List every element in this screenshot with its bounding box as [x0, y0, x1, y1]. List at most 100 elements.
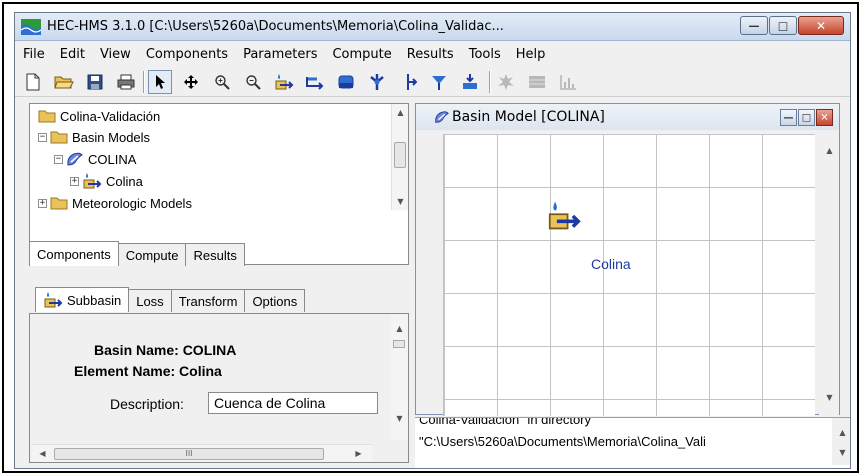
minimize-button[interactable]: — [780, 109, 797, 126]
sink-tool-icon[interactable] [458, 70, 482, 94]
global-summary-icon[interactable] [525, 70, 549, 94]
screenshot-frame: HEC-HMS 3.1.0 [C:\Users\5260a\Documents\… [2, 2, 859, 473]
scroll-down-icon[interactable]: ▼ [821, 389, 838, 406]
tab-loss[interactable]: Loss [128, 289, 172, 312]
open-folder-icon[interactable] [52, 70, 76, 94]
reservoir-tool-icon[interactable] [334, 70, 358, 94]
scroll-up-icon[interactable]: ▲ [392, 104, 409, 121]
arrow-select-icon[interactable] [148, 70, 172, 94]
close-icon: ✕ [820, 112, 829, 123]
component-tree: Colina-Validación − Basin Models − COLIN… [30, 104, 390, 262]
tree-item-project[interactable]: Colina-Validación [38, 106, 160, 126]
explorer-tabs: Components Compute Results [29, 241, 245, 266]
folder-icon [38, 110, 56, 123]
collapse-icon[interactable]: − [54, 154, 63, 164]
tab-label: Subbasin [67, 292, 122, 308]
graph-icon[interactable] [556, 70, 580, 94]
tab-options[interactable]: Options [244, 289, 306, 312]
print-icon[interactable] [114, 70, 138, 94]
minimize-icon: — [748, 19, 760, 32]
basin-window-controls: — □ ✕ [779, 109, 833, 126]
scroll-thumb[interactable]: III [54, 448, 324, 460]
expand-icon[interactable]: + [70, 176, 79, 186]
compute-icon[interactable] [494, 70, 518, 94]
tree-item-colina-basin[interactable]: − COLINA [54, 149, 136, 169]
scroll-up-icon[interactable]: ▲ [391, 320, 408, 337]
expand-icon[interactable]: + [38, 198, 47, 208]
hec-hms-app-icon [21, 19, 41, 35]
basin-model-icon [435, 111, 449, 123]
diversion-tool-icon[interactable] [396, 70, 420, 94]
scroll-right-icon[interactable]: ▶ [350, 445, 367, 462]
description-input[interactable]: Cuenca de Colina [208, 392, 378, 414]
scroll-left-icon[interactable]: ◀ [34, 445, 51, 462]
folder-icon [50, 131, 68, 144]
maximize-button[interactable]: □ [769, 16, 797, 35]
maximize-button[interactable]: □ [798, 109, 815, 126]
subbasin-tool-icon[interactable] [272, 70, 296, 94]
menu-view[interactable]: View [100, 47, 131, 62]
new-file-icon[interactable] [21, 70, 45, 94]
move-pan-icon[interactable] [179, 70, 203, 94]
zoom-in-icon[interactable] [210, 70, 234, 94]
basin-window-title: Basin Model [COLINA] [452, 109, 605, 125]
component-editor: Basin Name: COLINA Element Name: Colina … [29, 313, 409, 463]
maximize-icon: □ [801, 112, 812, 123]
menu-help[interactable]: Help [516, 47, 546, 62]
scroll-down-icon[interactable]: ▼ [392, 193, 409, 210]
basin-model-window: Basin Model [COLINA] — □ ✕ Colina ▲ ▼ [415, 103, 840, 416]
source-tool-icon[interactable] [427, 70, 451, 94]
folder-icon [50, 197, 68, 210]
tree-item-meteorologic-models[interactable]: + Meteorologic Models [38, 193, 192, 213]
close-button[interactable]: ✕ [816, 109, 833, 126]
menu-edit[interactable]: Edit [60, 47, 85, 62]
menu-bar: File Edit View Components Parameters Com… [15, 42, 850, 66]
description-label: Description: [110, 396, 184, 412]
basin-window-titlebar[interactable]: Basin Model [COLINA] — □ ✕ [416, 104, 839, 130]
tree-item-colina-subbasin[interactable]: + Colina [70, 171, 143, 191]
scroll-up-icon[interactable]: ▲ [834, 424, 850, 441]
message-log: Colina-Validación" in directory "C:\User… [415, 417, 850, 468]
menu-file[interactable]: File [23, 47, 45, 62]
zoom-out-icon[interactable] [241, 70, 265, 94]
minimize-button[interactable]: — [740, 16, 768, 35]
property-tabs: Subbasin Loss Transform Options [35, 287, 306, 312]
scroll-thumb[interactable] [393, 340, 405, 348]
message-line: "C:\Users\5260a\Documents\Memoria\Colina… [419, 434, 706, 449]
menu-compute[interactable]: Compute [332, 47, 391, 62]
junction-tool-icon[interactable] [365, 70, 389, 94]
title-bar: HEC-HMS 3.1.0 [C:\Users\5260a\Documents\… [15, 13, 850, 41]
subbasin-icon [44, 292, 63, 308]
tab-components[interactable]: Components [29, 241, 119, 266]
menu-parameters[interactable]: Parameters [243, 47, 317, 62]
menu-results[interactable]: Results [407, 47, 454, 62]
message-scrollbar[interactable]: ▲ ▼ [832, 418, 850, 465]
tree-item-basin-models[interactable]: − Basin Models [38, 127, 150, 147]
subbasin-element-icon[interactable] [544, 200, 584, 232]
message-line: Colina-Validación" in directory [419, 417, 592, 427]
scroll-up-icon[interactable]: ▲ [821, 142, 838, 159]
save-icon[interactable] [83, 70, 107, 94]
editor-hscrollbar[interactable]: ◀ III ▶ [32, 444, 372, 462]
canvas-vscrollbar[interactable]: ▲ ▼ [819, 134, 839, 416]
tab-subbasin[interactable]: Subbasin [35, 287, 130, 312]
basin-canvas[interactable]: Colina [443, 134, 815, 416]
tree-item-label: Meteorologic Models [72, 195, 192, 211]
menu-tools[interactable]: Tools [469, 47, 501, 62]
tab-compute[interactable]: Compute [117, 243, 187, 266]
toolbar [15, 67, 850, 97]
scroll-down-icon[interactable]: ▼ [391, 410, 408, 427]
scroll-down-icon[interactable]: ▼ [834, 444, 850, 461]
scroll-thumb[interactable] [394, 142, 406, 168]
collapse-icon[interactable]: − [38, 132, 47, 142]
maximize-icon: □ [777, 19, 789, 32]
app-window: HEC-HMS 3.1.0 [C:\Users\5260a\Documents\… [14, 12, 851, 469]
editor-vscrollbar[interactable]: ▲ ▼ [391, 314, 408, 440]
tab-transform[interactable]: Transform [170, 289, 246, 312]
menu-components[interactable]: Components [146, 47, 228, 62]
reach-tool-icon[interactable] [303, 70, 327, 94]
close-button[interactable]: ✕ [798, 16, 844, 35]
tab-results[interactable]: Results [185, 243, 245, 266]
element-name-field: Element Name: Colina [74, 363, 222, 379]
tree-scrollbar[interactable]: ▲ ▼ [391, 104, 408, 210]
